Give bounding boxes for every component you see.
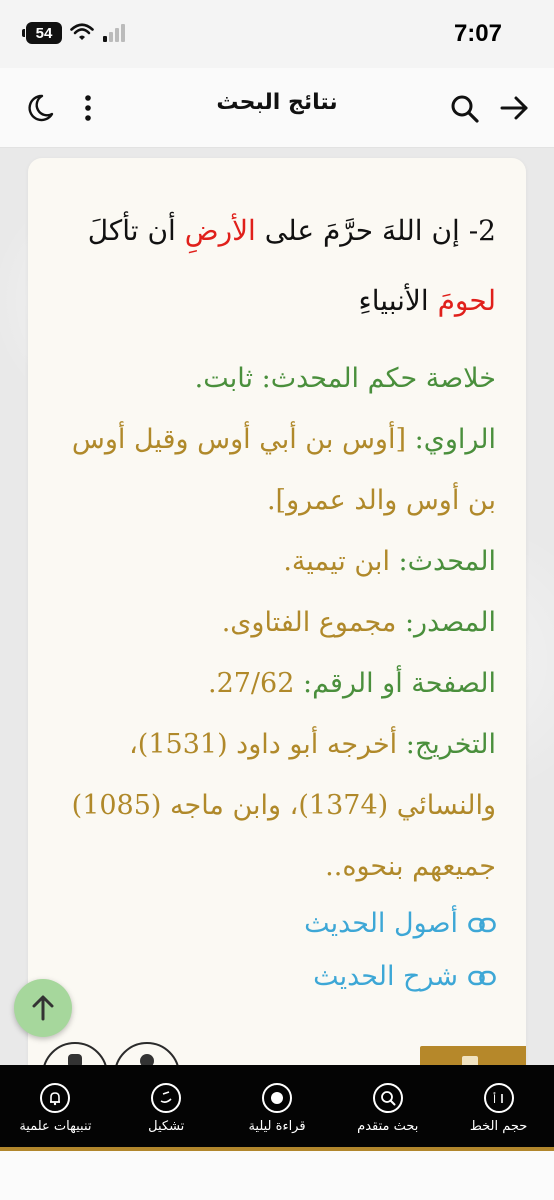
takhrij-line: التخريج: أخرجه أبو داود (1531)، والنسائي… [54,714,496,897]
nav-scientific-alerts-label: تنبيهات علمية [19,1119,92,1134]
app-bar: نتائج البحث [0,68,554,148]
ruling-line: خلاصة حكم المحدث: ثابت. [54,348,496,409]
takhrij-label: التخريج: [405,729,496,760]
nav-advanced-search[interactable]: بحث متقدم [332,1065,443,1147]
source-value: مجموع الفتاوى. [221,607,397,638]
sharh-hadith-link[interactable]: شرح الحديث [54,950,496,1003]
nav-advanced-search-label: بحث متقدم [357,1119,419,1134]
bell-icon [40,1083,71,1113]
status-time: 7:07 [453,20,502,47]
sharh-hadith-label: شرح الحديث [313,961,458,992]
hadith-highlight-flesh: لحومَ [437,284,496,317]
hadith-number: 2- [468,214,496,247]
battery-icon: 54 [22,22,62,44]
font-size-icon: أ [483,1083,514,1113]
nav-font-size[interactable]: أ حجم الخط [443,1065,554,1147]
source-line: المصدر: مجموع الفتاوى. [54,592,496,653]
hadith-text: 2- إن اللهَ حرَّمَ على الأرضِ أن تأكلَ ل… [58,196,496,336]
nav-night-reading-label: قراءة ليلية [248,1119,306,1134]
hadith-text-before: إن اللهَ حرَّمَ على [264,214,460,247]
status-bar: 54 7:07 [0,0,554,68]
page-number-line: الصفحة أو الرقم: 27/62. [54,653,496,714]
narrator-line: الراوي: [أوس بن أبي أوس وقيل أوس بن أوس … [54,409,496,531]
scholar-line: المحدث: ابن تيمية. [54,531,496,592]
ruling-value: ثابت. [194,363,253,394]
tashkeel-icon [151,1083,182,1113]
home-indicator-area [0,1151,554,1200]
narrator-label: الراوي: [414,424,496,455]
usool-hadith-link[interactable]: أصول الحديث [54,897,496,950]
scroll-top-button[interactable] [14,979,72,1037]
advanced-search-icon [372,1083,403,1113]
hadith-metadata: خلاصة حكم المحدث: ثابت. الراوي: [أوس بن … [54,348,496,1003]
hadith-highlight-earth: الأرضِ [184,214,256,247]
link-icon [468,970,496,985]
nav-font-size-label: حجم الخط [469,1119,528,1134]
bottom-navigation: أ حجم الخط بحث متقدم قراءة ليلية تشكيل ت… [0,1065,554,1147]
hadith-text-mid: أن تأكلَ [87,214,176,247]
page-label: الصفحة أو الرقم: [302,668,496,699]
scholar-label: المحدث: [398,546,496,577]
night-reading-icon [262,1083,292,1113]
page-value: 27/62. [207,668,295,699]
svg-text:أ: أ [493,1092,496,1106]
nav-scientific-alerts[interactable]: تنبيهات علمية [0,1065,111,1147]
back-arrow-icon[interactable] [496,90,532,126]
nav-tashkeel[interactable]: تشكيل [111,1065,222,1147]
nav-tashkeel-label: تشكيل [148,1119,185,1134]
status-icons: 54 [22,22,126,44]
scholar-value: ابن تيمية. [283,546,390,577]
wifi-icon [70,23,94,40]
arrow-up-icon [32,995,54,1021]
signal-icon [103,24,125,42]
search-icon[interactable] [446,90,482,126]
nav-night-reading[interactable]: قراءة ليلية [222,1065,333,1147]
link-icon [468,917,496,932]
source-label: المصدر: [404,607,496,638]
hadith-text-after: الأنبياءِ [358,284,429,317]
usool-hadith-label: أصول الحديث [304,908,458,939]
ruling-label: خلاصة حكم المحدث: [261,363,496,394]
hadith-card: 2- إن اللهَ حرَّمَ على الأرضِ أن تأكلَ ل… [28,158,526,1078]
